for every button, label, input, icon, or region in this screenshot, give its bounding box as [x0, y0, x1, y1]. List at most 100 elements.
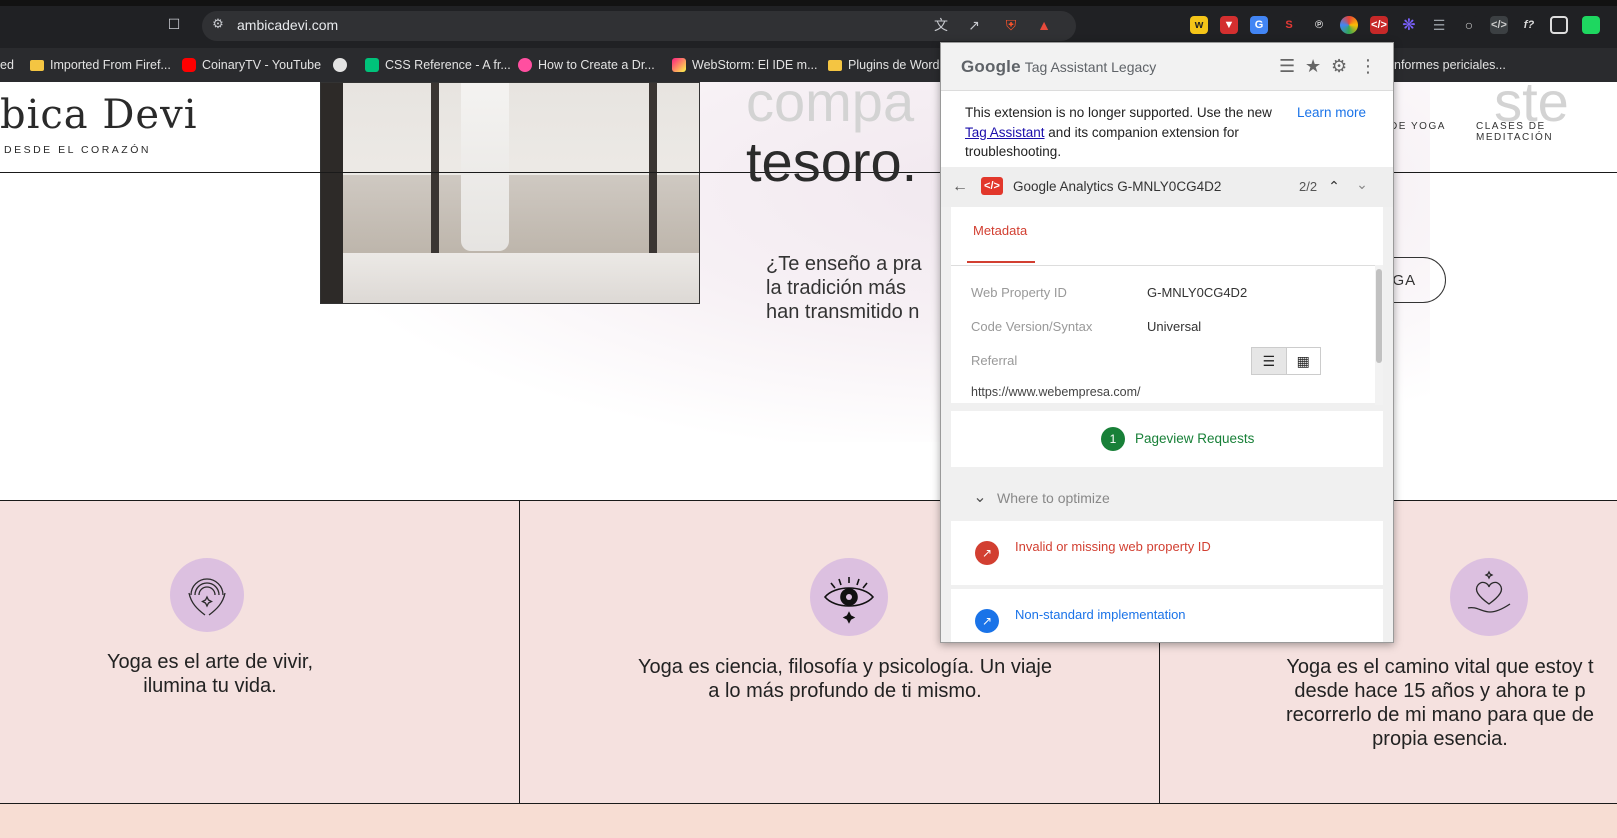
- feature-text: Yoga es el arte de vivir, ilumina tu vid…: [60, 650, 360, 698]
- popup-title: Tag Assistant Legacy: [1024, 59, 1157, 75]
- deprecation-notice: This extension is no longer supported. U…: [941, 91, 1393, 167]
- extension-s-icon[interactable]: S: [1280, 16, 1298, 34]
- feature-text: Yoga es ciencia, filosofía y psicología.…: [595, 655, 1095, 703]
- bookmark-label: nformes periciales...: [1394, 58, 1506, 72]
- back-arrow-icon[interactable]: ←: [951, 178, 969, 196]
- translate-icon[interactable]: 文: [932, 16, 950, 34]
- notice-text: This extension is no longer supported. U…: [965, 103, 1275, 162]
- star-icon[interactable]: ★: [1305, 56, 1321, 77]
- hero-title-part: tesoro.: [746, 130, 918, 193]
- chevron-up-icon[interactable]: ⌃: [1325, 177, 1343, 195]
- gear-icon[interactable]: ⚙: [1331, 56, 1347, 77]
- issue-item[interactable]: ↗ Invalid or missing web property ID: [951, 521, 1383, 585]
- bookmark-item[interactable]: [333, 56, 347, 74]
- bookmark-item[interactable]: CSS Reference - A fr...: [365, 56, 511, 74]
- pageview-card[interactable]: 1 Pageview Requests: [951, 411, 1383, 467]
- fx-icon[interactable]: f?: [1520, 16, 1538, 34]
- feature-text-content: Yoga es ciencia, filosofía y psicología.…: [638, 656, 1052, 702]
- code-icon[interactable]: </>: [1490, 16, 1508, 34]
- screen: ☐ ⚙ ambicadevi.com 文 ↗ ⛨ ▲ w ▼ G S ℗ </>…: [0, 0, 1617, 838]
- youtube-icon: [182, 58, 196, 72]
- bookmark-item[interactable]: CoinaryTV - YouTube: [182, 56, 321, 74]
- hero-image-frame: [321, 83, 343, 303]
- popup-header: Google Tag Assistant Legacy ☰ ★ ⚙ ⋮: [941, 43, 1393, 91]
- extension-snowflake-icon[interactable]: ❋: [1400, 16, 1418, 34]
- bookmark-label: ed: [0, 58, 14, 72]
- tag-count: 2/2: [1299, 179, 1318, 194]
- hero-image-frame: [649, 83, 657, 253]
- issue-text[interactable]: Invalid or missing web property ID: [1015, 539, 1211, 554]
- feature-text-content: Yoga es el arte de vivir, ilumina tu vid…: [106, 651, 314, 697]
- filter-icon[interactable]: ☰: [1279, 56, 1295, 77]
- table-view-icon[interactable]: ▦: [1287, 348, 1321, 374]
- where-to-optimize-header[interactable]: ⌄ Where to optimize: [941, 475, 1393, 521]
- more-vert-icon[interactable]: ⋮: [1359, 56, 1377, 77]
- chevron-down-icon[interactable]: ⌄: [1353, 175, 1371, 193]
- popup-brand: Google Tag Assistant Legacy: [961, 57, 1156, 77]
- pageview-count-badge: 1: [1101, 427, 1125, 451]
- webstorm-icon: [672, 58, 686, 72]
- hero-image-figure: [461, 83, 509, 251]
- tag-assistant-popup: Google Tag Assistant Legacy ☰ ★ ⚙ ⋮ This …: [940, 42, 1394, 643]
- chevron-down-icon[interactable]: ⌄: [971, 488, 989, 506]
- bookmark-label: CoinaryTV - YouTube: [202, 58, 322, 72]
- tab-indicator: [967, 261, 1035, 263]
- url-text[interactable]: ambicadevi.com: [237, 17, 338, 33]
- nav-item-yoga[interactable]: DE YOGA: [1390, 121, 1446, 132]
- logo-tagline: DESDE EL CORAZÓN: [4, 144, 151, 156]
- eye-icon: [810, 558, 888, 636]
- scrollbar-thumb[interactable]: [1376, 269, 1382, 363]
- browser-toolbar: ☐ ⚙ ambicadevi.com 文 ↗ ⛨ ▲ w ▼ G S ℗ </>…: [0, 0, 1617, 48]
- extension-shield-icon[interactable]: ▼: [1220, 16, 1238, 34]
- bookmark-label: Imported From Firef...: [50, 58, 171, 72]
- pageview-label[interactable]: Pageview Requests: [1135, 431, 1254, 446]
- hands-rainbow-icon: [170, 558, 244, 632]
- css-reference-icon: [365, 58, 379, 72]
- tab-strip-edge: [0, 0, 1617, 6]
- learn-more-link[interactable]: Learn more: [1297, 105, 1366, 120]
- list-view-icon[interactable]: ☰: [1252, 348, 1287, 374]
- hero-title-part: compa: [746, 70, 915, 133]
- globe-icon: [333, 58, 347, 72]
- tag-assistant-link[interactable]: Tag Assistant: [965, 125, 1045, 140]
- nav-item-meditation[interactable]: CLASES DE MEDITACIÓN: [1476, 121, 1617, 143]
- site-logo[interactable]: bica Devi: [0, 92, 198, 138]
- tag-header-row: ← </> Google Analytics G-MNLY0CG4D2 2/2 …: [941, 167, 1393, 207]
- color-picker-icon[interactable]: [1340, 16, 1358, 34]
- green-square-icon[interactable]: [1582, 16, 1600, 34]
- bookmark-item[interactable]: How to Create a Dr...: [518, 56, 655, 74]
- tab-metadata[interactable]: Metadata: [973, 223, 1027, 238]
- google-translate-icon[interactable]: G: [1250, 16, 1268, 34]
- tag-assistant-icon[interactable]: </>: [1370, 16, 1388, 34]
- brave-rewards-icon[interactable]: ▲: [1035, 16, 1053, 34]
- info-arrow-icon: ↗: [975, 609, 999, 633]
- field-key: Referral: [971, 353, 1018, 368]
- share-icon[interactable]: ↗: [965, 16, 983, 34]
- brave-shield-icon[interactable]: ⛨: [1002, 16, 1020, 34]
- scrollbar[interactable]: [1375, 265, 1383, 405]
- hero-image-floor: [321, 253, 699, 303]
- column-divider: [519, 501, 520, 804]
- issue-item[interactable]: ↗ Non-standard implementation: [951, 589, 1383, 642]
- site-info-icon[interactable]: ⚙: [210, 16, 226, 32]
- hero-image-sea: [321, 175, 699, 255]
- field-value: G-MNLY0CG4D2: [1147, 285, 1248, 300]
- window-icon[interactable]: [1550, 16, 1568, 34]
- view-toggle: ☰ ▦: [1251, 347, 1321, 375]
- bookmark-star-icon[interactable]: ☐: [165, 15, 183, 33]
- hero-text-line: ¿Te enseño a pra: [766, 253, 922, 275]
- bookmark-item[interactable]: ed: [0, 56, 14, 74]
- bookmark-label: CSS Reference - A fr...: [385, 58, 511, 72]
- bookmark-item[interactable]: Imported From Firef...: [30, 56, 171, 74]
- circle-icon[interactable]: ○: [1460, 16, 1478, 34]
- heart-hand-icon: [1450, 558, 1528, 636]
- extension-w-icon[interactable]: w: [1190, 16, 1208, 34]
- optimize-label: Where to optimize: [997, 490, 1110, 506]
- issue-text[interactable]: Non-standard implementation: [1015, 607, 1186, 622]
- extension-text-icon[interactable]: ℗: [1310, 16, 1328, 34]
- referral-url: https://www.webempresa.com/: [971, 385, 1141, 399]
- notice-part: This extension is no longer supported. U…: [965, 105, 1272, 120]
- database-icon[interactable]: ☰: [1430, 16, 1448, 34]
- error-arrow-icon: ↗: [975, 541, 999, 565]
- metadata-card: Metadata Web Property ID G-MNLY0CG4D2 Co…: [951, 207, 1383, 405]
